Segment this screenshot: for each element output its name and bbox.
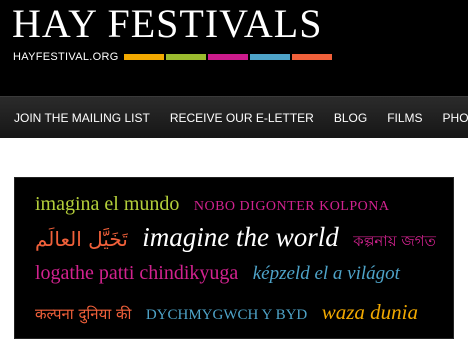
nav-receive-e-letter[interactable]: RECEIVE OUR E-LETTER (170, 111, 314, 125)
phrase-swahili: waza dunia (321, 300, 418, 324)
color-bar-coral (292, 54, 332, 60)
phrase-spanish: imagina el mundo (35, 193, 180, 215)
brand-color-bars (124, 54, 332, 60)
imagine-the-world-banner[interactable]: imagina el mundo NOBO DIGONTER KOLPONA ت… (14, 177, 454, 339)
phrase-welsh: DYCHMYGWCH Y BYD (145, 307, 308, 323)
phrase-hindi: कल्पना दुनिया की (35, 305, 132, 323)
phrase-arabic: تَخَيَّل العالَم (35, 227, 128, 251)
banner-row-4: कल्पना दुनिया की DYCHMYGWCH Y BYD waza d… (35, 300, 428, 325)
phrase-hungarian: képzeld el a világot (252, 263, 400, 284)
nav-films[interactable]: FILMS (387, 111, 422, 125)
banner-row-2: تَخَيَّل العالَم imagine the world কল্পন… (35, 222, 446, 255)
phrase-bengali-latin: NOBO DIGONTER KOLPONA (193, 199, 390, 214)
color-bar-green (166, 54, 206, 60)
color-bar-magenta (208, 54, 248, 60)
color-bar-orange (124, 54, 164, 60)
phrase-bengali: কল্পনায় জগত (353, 232, 436, 250)
phrase-telugu-latin: logathe patti chindikyuga (35, 262, 239, 284)
site-url[interactable]: HAYFESTIVAL.ORG (13, 51, 119, 63)
nav-join-mailing-list[interactable]: JOIN THE MAILING LIST (14, 111, 150, 125)
site-header: HAY FESTIVALS HAYFESTIVAL.ORG (0, 0, 468, 96)
nav-photos[interactable]: PHO (443, 111, 468, 125)
main-navigation: JOIN THE MAILING LIST RECEIVE OUR E-LETT… (0, 96, 468, 138)
color-bar-blue (250, 54, 290, 60)
banner-row-1: imagina el mundo NOBO DIGONTER KOLPONA (35, 193, 399, 216)
nav-blog[interactable]: BLOG (334, 111, 367, 125)
site-logo-title[interactable]: HAY FESTIVALS (12, 2, 322, 46)
phrase-english: imagine the world (142, 222, 339, 252)
banner-row-3: logathe patti chindikyuga képzeld el a v… (35, 262, 410, 285)
